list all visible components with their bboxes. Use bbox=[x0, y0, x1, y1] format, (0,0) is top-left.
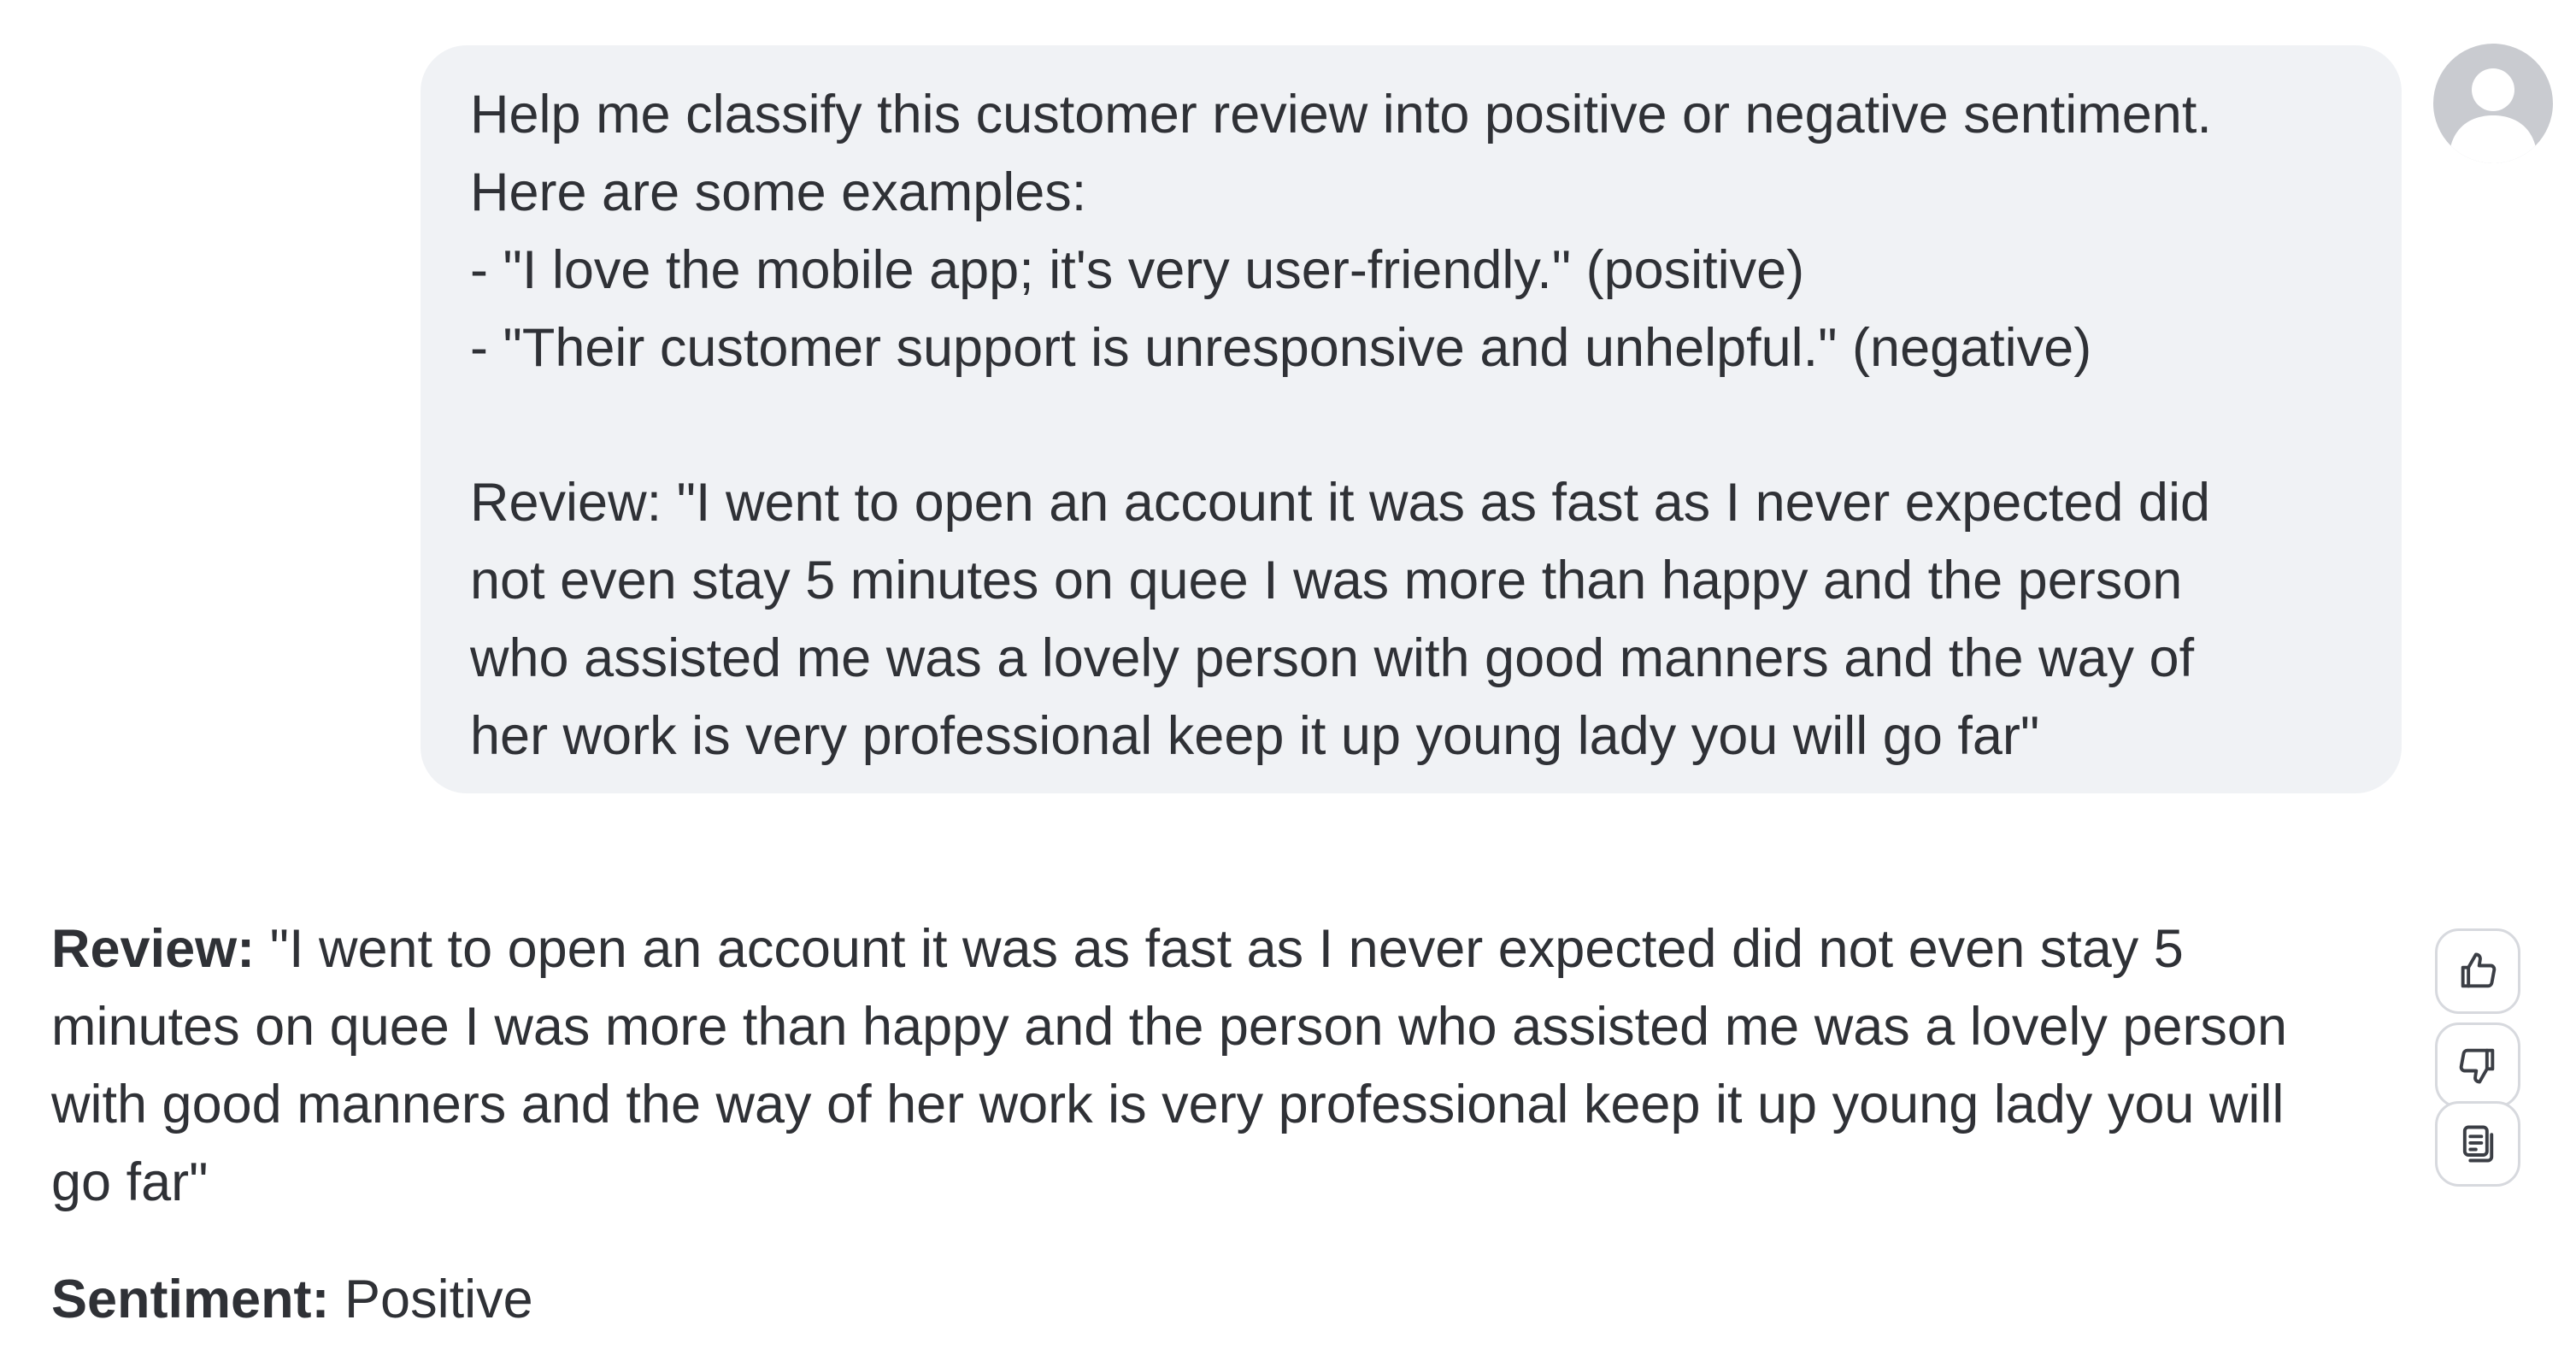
review-label: Review: bbox=[51, 919, 256, 979]
thumbs-up-button[interactable] bbox=[2435, 928, 2520, 1014]
user-message-line: - "I love the mobile app; it's very user… bbox=[470, 240, 1805, 300]
response-review-line: with good manners and the way of her wor… bbox=[51, 1075, 2285, 1134]
user-message-line: her work is very professional keep it up… bbox=[470, 706, 2040, 766]
sentiment-value: Positive bbox=[329, 1270, 533, 1329]
user-message-line: Here are some examples: bbox=[470, 162, 1087, 222]
user-message-bubble: Help me classify this customer review in… bbox=[421, 45, 2402, 793]
copy-icon bbox=[2462, 1125, 2494, 1163]
user-message-line: - "Their customer support is unresponsiv… bbox=[470, 318, 2092, 378]
copy-button[interactable] bbox=[2435, 1101, 2520, 1187]
user-message-line: Review: "I went to open an account it wa… bbox=[470, 473, 2210, 533]
response-sentiment-line: Sentiment: Positive bbox=[51, 1261, 2410, 1339]
user-avatar-icon[interactable] bbox=[2433, 44, 2553, 163]
user-silhouette-icon bbox=[2449, 68, 2538, 163]
thumbs-up-icon bbox=[2461, 952, 2497, 988]
user-message-line: who assisted me was a lovely person with… bbox=[470, 628, 2195, 688]
thumbs-down-icon bbox=[2459, 1048, 2495, 1084]
user-message-line: not even stay 5 minutes on quee I was mo… bbox=[470, 551, 2183, 610]
assistant-response: Review: "I went to open an account it wa… bbox=[51, 910, 2410, 1339]
response-review-line: minutes on quee I was more than happy an… bbox=[51, 997, 2288, 1057]
user-message-line: Help me classify this customer review in… bbox=[470, 85, 2212, 144]
response-review-line: Review: "I went to open an account it wa… bbox=[51, 910, 2410, 988]
response-review-line: go far" bbox=[51, 1152, 209, 1212]
review-text: "I went to open an account it was as fas… bbox=[255, 919, 2184, 979]
thumbs-down-button[interactable] bbox=[2435, 1022, 2520, 1108]
sentiment-label: Sentiment: bbox=[51, 1270, 330, 1329]
